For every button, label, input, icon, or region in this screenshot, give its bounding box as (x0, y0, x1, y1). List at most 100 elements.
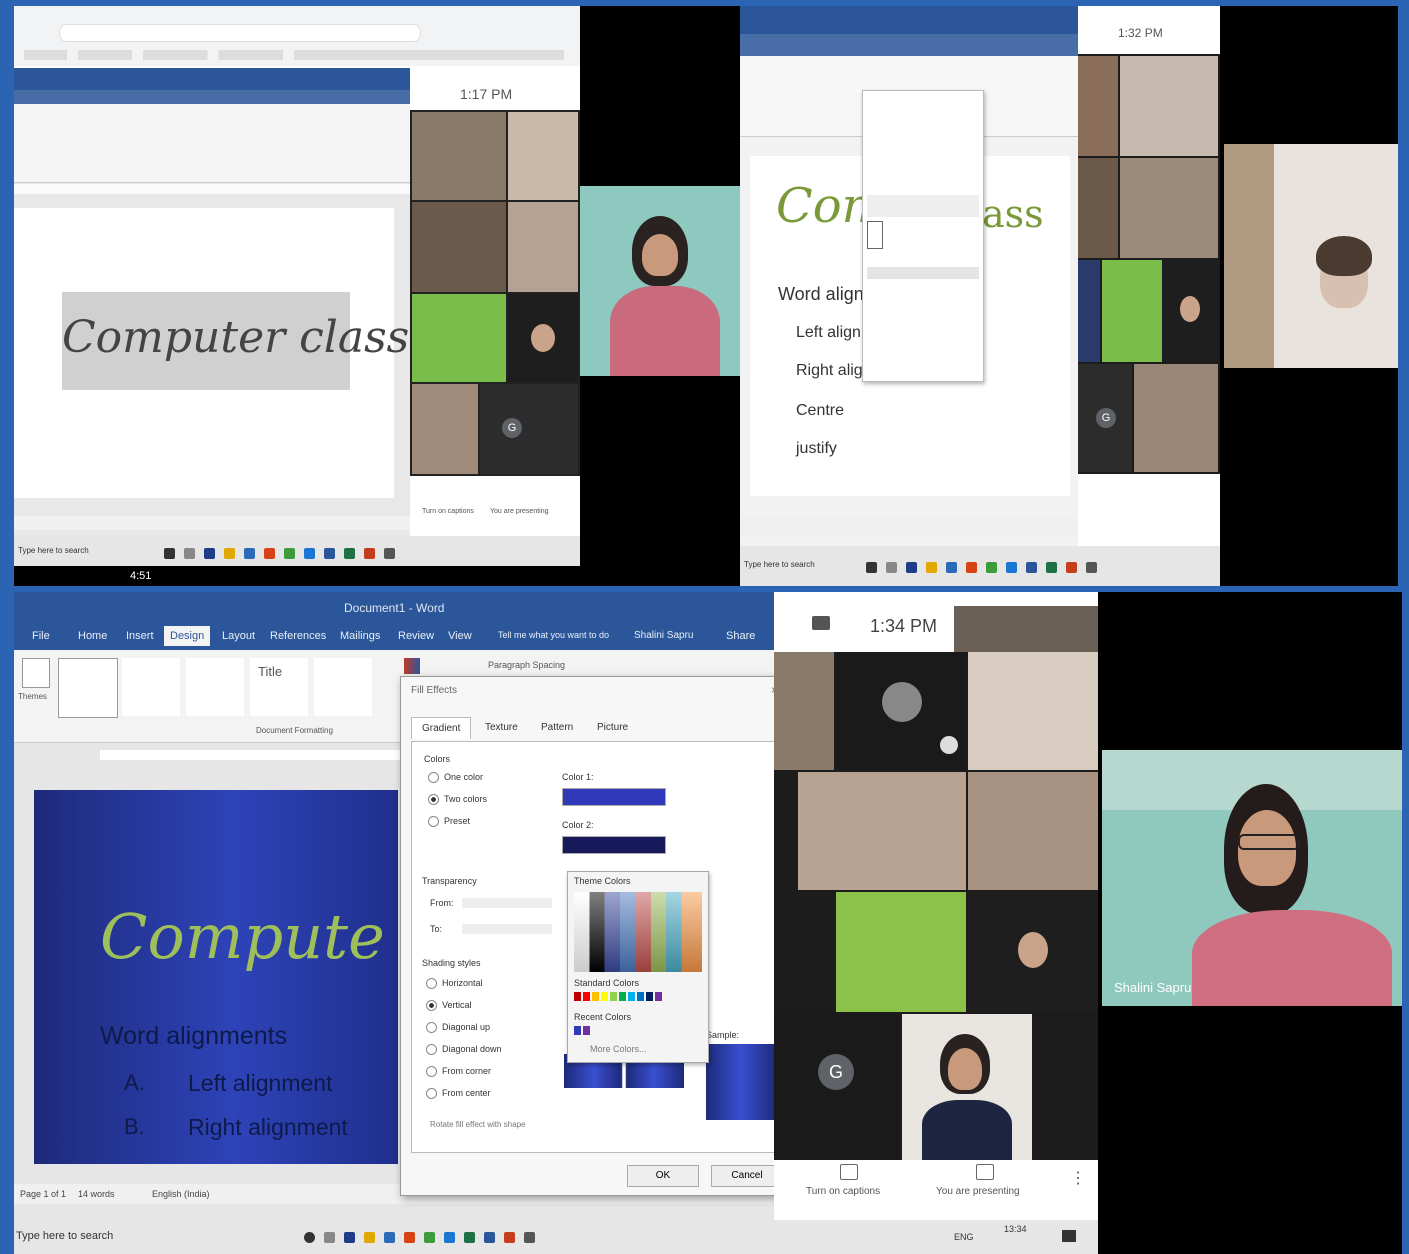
ok-button[interactable]: OK (627, 1165, 699, 1187)
screenshot-panel-2: Comp ass Word alignmen Left alignme Righ… (740, 6, 1398, 586)
meet-bottom-bar: Turn on captions You are presenting (410, 476, 580, 536)
tab-review[interactable]: Review (398, 630, 434, 642)
presenter-name: Shalini Sapru (1114, 980, 1192, 995)
presenter-video (1224, 144, 1398, 368)
address-bar[interactable] (59, 24, 421, 42)
dialog-tabs: Gradient Texture Pattern Picture (411, 717, 781, 741)
meet-bottom-bar (1078, 474, 1220, 546)
standard-color-row[interactable] (574, 992, 664, 1003)
tab-picture[interactable]: Picture (597, 722, 628, 733)
tab-layout[interactable]: Layout (222, 630, 255, 642)
taskbar-search[interactable]: Type here to search (16, 1230, 113, 1242)
tab-design[interactable]: Design (164, 626, 211, 646)
word-window: Document1 - Word File Home Insert Design… (14, 592, 796, 1220)
participant-tile (774, 652, 834, 770)
overlay-time: 4:51 (130, 570, 152, 582)
tab-mailings[interactable]: Mailings (340, 630, 380, 642)
slide-title: Compute (100, 900, 385, 973)
present-icon[interactable] (976, 1164, 994, 1180)
participant-tile (1078, 56, 1118, 156)
meet-bottom-bar: Turn on captions You are presenting ⋮ (774, 1160, 1098, 1220)
paragraph-spacing-button[interactable]: Paragraph Spacing (488, 660, 565, 670)
tab-home[interactable]: Home (78, 630, 107, 642)
more-colors-link[interactable]: More Colors... (590, 1044, 647, 1054)
tray-time: 13:34 (1004, 1224, 1027, 1234)
participant-tile: G (774, 1014, 900, 1160)
mic-off-icon (940, 736, 958, 754)
style-set-3[interactable] (186, 658, 244, 716)
avatar-g: G (502, 418, 522, 438)
windows-taskbar: Type here to search (740, 546, 1220, 586)
transparency-to-slider[interactable] (462, 924, 552, 934)
tab-references[interactable]: References (270, 630, 326, 642)
color-option-one[interactable]: One color (428, 772, 483, 784)
tab-file[interactable]: File (32, 630, 50, 642)
cancel-button[interactable]: Cancel (711, 1165, 783, 1187)
tab-texture[interactable]: Texture (485, 722, 518, 733)
participant-tile (968, 892, 1098, 1012)
style-set-5[interactable] (314, 658, 372, 716)
shading-from-center[interactable]: From center (426, 1088, 491, 1100)
more-options-icon[interactable]: ⋮ (1070, 1168, 1086, 1188)
bullet-4: justify (796, 440, 837, 457)
ruler (100, 750, 400, 760)
tell-me-box[interactable]: Tell me what you want to do (498, 630, 609, 640)
tab-gradient[interactable]: Gradient (411, 717, 472, 739)
presenter-body (610, 286, 720, 376)
participant-body (922, 1100, 1012, 1160)
meet-clock: 1:34 PM (870, 616, 938, 636)
participant-tile (508, 202, 578, 292)
rotate-checkbox[interactable]: Rotate fill effect with shape (430, 1120, 525, 1129)
status-language: English (India) (152, 1189, 210, 1199)
taskbar-search[interactable]: Type here to search (18, 546, 89, 555)
color-option-two[interactable]: Two colors (428, 794, 487, 806)
style-set-2[interactable] (122, 658, 180, 716)
presenter-face (642, 234, 678, 276)
user-name: Shalini Sapru (634, 630, 694, 641)
color-palette-dropdown[interactable]: Theme Colors Standard Colors Recent Colo… (567, 871, 709, 1063)
captions-button[interactable]: Turn on captions (806, 1186, 880, 1197)
window-title: Document1 - Word (344, 601, 445, 615)
word-ruler (14, 184, 410, 194)
shading-horizontal[interactable]: Horizontal (426, 978, 483, 990)
shading-vertical[interactable]: Vertical (426, 1000, 472, 1012)
presenting-button[interactable]: You are presenting (936, 1186, 1020, 1197)
captions-icon[interactable] (840, 1164, 858, 1180)
self-view-thumbnail (954, 606, 1098, 652)
tab-pattern[interactable]: Pattern (541, 722, 573, 733)
participant-tile: G (1078, 364, 1132, 472)
tab-insert[interactable]: Insert (126, 630, 154, 642)
themes-button[interactable] (22, 658, 50, 688)
bullet-style-selected[interactable] (867, 221, 883, 249)
presenting-button[interactable]: You are presenting (490, 508, 549, 515)
shading-diagonal-up[interactable]: Diagonal up (426, 1022, 490, 1034)
colors-label: Colors (424, 754, 451, 764)
shading-from-corner[interactable]: From corner (426, 1066, 491, 1078)
chat-icon[interactable] (812, 616, 830, 630)
participant-face (948, 1048, 982, 1090)
color1-picker[interactable] (562, 788, 666, 806)
bullets-dropdown[interactable] (862, 90, 984, 382)
style-set-1[interactable] (58, 658, 118, 718)
tab-view[interactable]: View (448, 630, 472, 642)
notifications-icon[interactable] (1062, 1230, 1076, 1242)
document-bullets-row (867, 267, 979, 279)
colors-button[interactable] (404, 658, 420, 674)
to-label: To: (430, 924, 443, 934)
recent-color-row[interactable] (574, 1026, 592, 1037)
tray-language[interactable]: ENG (954, 1232, 974, 1242)
captions-button[interactable]: Turn on captions (422, 508, 474, 515)
participant-tile: G (480, 384, 578, 474)
word-title-bar (740, 6, 1078, 34)
style-set-4[interactable]: Title (250, 658, 308, 716)
participant-tile (412, 384, 478, 474)
share-button[interactable]: Share (726, 630, 755, 642)
transparency-from-slider[interactable] (462, 898, 552, 908)
shading-diagonal-down[interactable]: Diagonal down (426, 1044, 502, 1056)
taskbar-search[interactable]: Type here to search (744, 560, 815, 569)
color2-picker[interactable] (562, 836, 666, 854)
participant-tile (1120, 158, 1218, 258)
participant-tile (508, 294, 578, 382)
color-option-preset[interactable]: Preset (428, 816, 470, 828)
participant-tile (1120, 56, 1218, 156)
